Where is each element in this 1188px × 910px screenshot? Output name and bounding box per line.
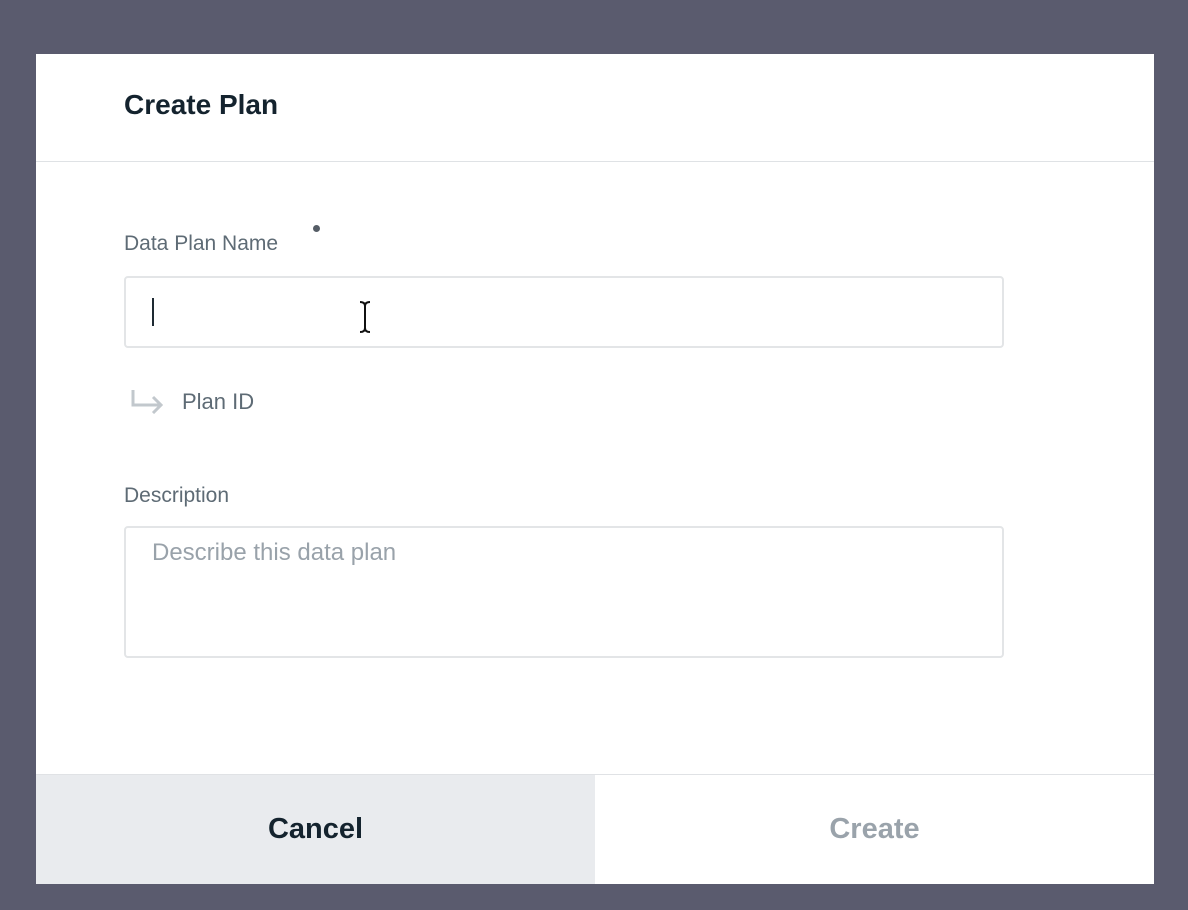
create-plan-dialog: Create Plan Data Plan Name Plan ID Descr… (36, 54, 1154, 884)
data-plan-name-input[interactable] (124, 276, 1004, 348)
description-label: Description (124, 484, 230, 507)
return-arrow-icon (131, 390, 164, 414)
ibeam-cursor-icon (359, 301, 371, 333)
plan-id-label: Plan ID (182, 389, 255, 414)
text-caret (152, 298, 154, 326)
create-button[interactable]: Create (595, 775, 1154, 884)
description-textarea[interactable]: Describe this data plan (124, 526, 1004, 658)
dialog-footer: Cancel Create (36, 774, 1154, 884)
required-indicator (313, 225, 320, 232)
dialog-header: Create Plan (36, 54, 1154, 162)
cancel-button[interactable]: Cancel (36, 775, 595, 884)
dialog-title: Create Plan (124, 89, 279, 120)
description-placeholder: Describe this data plan (152, 539, 397, 566)
data-plan-name-label: Data Plan Name (124, 232, 279, 255)
